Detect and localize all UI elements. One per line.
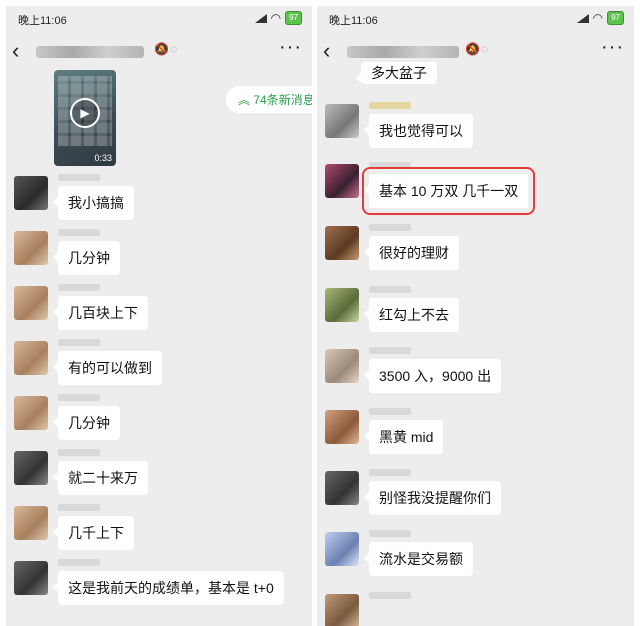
more-options-icon[interactable]: ··· bbox=[601, 36, 624, 59]
sender-name-blurred bbox=[369, 408, 411, 415]
avatar[interactable] bbox=[14, 231, 48, 265]
signal-icon bbox=[576, 13, 589, 23]
sender-name-blurred bbox=[369, 286, 411, 293]
avatar[interactable] bbox=[14, 341, 48, 375]
sender-name-blurred bbox=[58, 174, 100, 181]
message-bubble[interactable]: 3500 入，9000 出 bbox=[363, 359, 502, 393]
sender-name-blurred bbox=[58, 449, 100, 456]
highlighted-message-bubble[interactable]: 基本 10 万双 几千一双 bbox=[361, 167, 536, 215]
message-bubble-partial[interactable]: 多大盆子 bbox=[356, 62, 437, 84]
avatar[interactable] bbox=[325, 410, 359, 444]
left-chat-screen: 晚上11:06 ◠ 97 ‹ 🔕 ◌ ··· ▶ 0:33 ︽ 74条新消息 我… bbox=[6, 6, 312, 626]
sender-name-blurred bbox=[369, 469, 411, 476]
back-arrow-icon[interactable]: ‹ bbox=[12, 40, 19, 62]
avatar[interactable] bbox=[14, 561, 48, 595]
message-bubble[interactable]: 几千上下 bbox=[53, 516, 134, 550]
sender-name-blurred bbox=[58, 339, 100, 346]
sender-name-blurred bbox=[58, 504, 100, 511]
sender-name-blurred bbox=[369, 530, 411, 537]
sender-name-blurred bbox=[58, 559, 100, 566]
avatar[interactable] bbox=[325, 594, 359, 626]
chat-title-blurred bbox=[347, 46, 459, 58]
sender-name-blurred bbox=[369, 592, 411, 599]
new-messages-badge[interactable]: ︽ 74条新消息 bbox=[226, 86, 312, 113]
signal-icon bbox=[254, 13, 267, 23]
video-message[interactable]: ▶ 0:33 bbox=[54, 70, 116, 166]
more-options-icon[interactable]: ··· bbox=[279, 36, 302, 59]
avatar[interactable] bbox=[325, 104, 359, 138]
right-chat-screen: 晚上11:06 ◠ 97 ‹ 🔕 ◌ ··· 多大盆子 我也觉得可以 基本 10… bbox=[317, 6, 634, 626]
wifi-icon: ◠ bbox=[592, 11, 604, 25]
avatar[interactable] bbox=[14, 396, 48, 430]
message-bubble[interactable]: 这是我前天的成绩单，基本是 t+0 bbox=[53, 571, 284, 605]
avatar[interactable] bbox=[325, 164, 359, 198]
message-bubble[interactable]: 我小搞搞 bbox=[53, 186, 134, 220]
play-icon[interactable]: ▶ bbox=[70, 98, 100, 128]
chat-header: ‹ 🔕 ◌ ··· bbox=[6, 34, 312, 72]
message-bubble[interactable]: 几百块上下 bbox=[53, 296, 148, 330]
wifi-icon: ◠ bbox=[270, 11, 282, 25]
ear-icon: ◌ bbox=[170, 42, 178, 56]
message-bubble[interactable]: 别怪我没提醒你们 bbox=[364, 481, 501, 515]
chat-title-blurred bbox=[36, 46, 144, 58]
status-time: 晚上11:06 bbox=[329, 15, 378, 27]
avatar[interactable] bbox=[14, 286, 48, 320]
mute-bell-icon: 🔕 bbox=[465, 42, 480, 56]
avatar[interactable] bbox=[325, 226, 359, 260]
sender-name-blurred bbox=[369, 162, 411, 169]
sender-name-blurred bbox=[369, 102, 411, 109]
message-bubble[interactable]: 流水是交易额 bbox=[364, 542, 473, 576]
status-bar: 晚上11:06 ◠ 97 bbox=[6, 6, 312, 30]
ear-icon: ◌ bbox=[481, 42, 489, 56]
avatar[interactable] bbox=[14, 451, 48, 485]
message-bubble[interactable]: 红勾上不去 bbox=[364, 298, 459, 332]
message-bubble[interactable]: 我也觉得可以 bbox=[364, 114, 473, 148]
sender-name-blurred bbox=[58, 394, 100, 401]
video-duration: 0:33 bbox=[94, 153, 112, 163]
avatar[interactable] bbox=[325, 349, 359, 383]
message-bubble[interactable]: 几分钟 bbox=[53, 241, 120, 275]
sender-name-blurred bbox=[369, 347, 411, 354]
back-arrow-icon[interactable]: ‹ bbox=[323, 40, 330, 62]
message-bubble[interactable]: 几分钟 bbox=[53, 406, 120, 440]
avatar[interactable] bbox=[325, 471, 359, 505]
status-time: 晚上11:06 bbox=[18, 15, 67, 27]
message-bubble[interactable]: 就二十来万 bbox=[53, 461, 148, 495]
status-bar: 晚上11:06 ◠ 97 bbox=[317, 6, 634, 30]
double-chevron-up-icon: ︽ bbox=[238, 93, 254, 107]
battery-icon: 97 bbox=[607, 11, 624, 25]
message-bubble[interactable]: 很好的理财 bbox=[364, 236, 459, 270]
avatar[interactable] bbox=[325, 532, 359, 566]
avatar[interactable] bbox=[14, 506, 48, 540]
battery-icon: 97 bbox=[285, 11, 302, 25]
sender-name-blurred bbox=[58, 284, 100, 291]
mute-bell-icon: 🔕 bbox=[154, 42, 169, 56]
message-bubble[interactable]: 黑黄 mid bbox=[363, 420, 444, 454]
sender-name-blurred bbox=[58, 229, 100, 236]
message-bubble[interactable]: 有的可以做到 bbox=[53, 351, 162, 385]
avatar[interactable] bbox=[325, 288, 359, 322]
avatar[interactable] bbox=[14, 176, 48, 210]
sender-name-blurred bbox=[369, 224, 411, 231]
